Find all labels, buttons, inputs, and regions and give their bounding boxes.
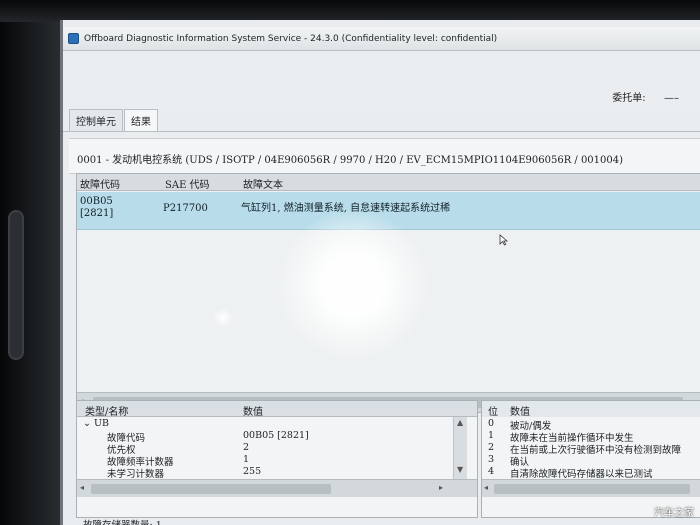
order-field: 委托单: —– xyxy=(612,89,679,104)
fault-detail-panel: 类型/名称 数值 ⌄ UB 故障代码 00B05 [2821] 优先权 2 故障… xyxy=(76,400,478,518)
table-row[interactable]: 00B05 [2821] P217700 气缸列1, 燃油测量系统, 自怠速转速… xyxy=(77,192,700,230)
tab-bar: 控制单元 结果 xyxy=(69,109,159,131)
sae-code: P217700 xyxy=(163,203,208,214)
legend-position: 4 xyxy=(488,466,495,477)
legend-header: 位 数值 xyxy=(482,401,700,418)
legend-horizontal-scrollbar[interactable]: ◂ xyxy=(482,479,700,497)
header-area: 委托单: —– xyxy=(63,51,700,109)
detail-value: 255 xyxy=(243,466,262,477)
collapse-chevron-icon[interactable]: ⌄ xyxy=(83,418,91,429)
mouse-cursor-icon xyxy=(499,234,509,246)
scroll-left-arrow-icon[interactable]: ◂ xyxy=(484,483,488,492)
scroll-left-arrow-icon[interactable]: ◂ xyxy=(80,483,84,492)
column-header-type-name[interactable]: 类型/名称 xyxy=(85,403,128,418)
window-title: Offboard Diagnostic Information System S… xyxy=(84,33,498,44)
fault-table: 故障代码 SAE 代码 故障文本 00B05 [2821] P217700 气缸… xyxy=(76,173,700,413)
bezel-hinge xyxy=(8,210,24,360)
group-label: UB xyxy=(94,418,109,429)
detail-vertical-scrollbar[interactable]: ▲ ▼ xyxy=(453,417,467,479)
ecu-info-panel: 0001 - 发动机电控系统 (UDS / ISOTP / 04E906056R… xyxy=(69,138,700,174)
fault-code-decimal: [2821] xyxy=(80,208,114,219)
app-icon xyxy=(68,33,79,44)
status-bit-legend-panel: 位 数值 0 被动/偶发 1 故障未在当前操作循环中发生 2 在当前或上次行驶循… xyxy=(481,400,700,518)
legend-position: 0 xyxy=(488,418,495,429)
detail-header: 类型/名称 数值 xyxy=(77,401,477,418)
fault-code: 00B05 xyxy=(80,196,113,207)
scroll-down-arrow-icon[interactable]: ▼ xyxy=(457,465,463,474)
legend-text: 自清除故障代码存储器以来已测试 xyxy=(510,469,653,480)
tab-control-units[interactable]: 控制单元 xyxy=(69,109,123,131)
ecu-identification: 0001 - 发动机电控系统 (UDS / ISOTP / 04E906056R… xyxy=(77,155,624,166)
column-header-position[interactable]: 位 xyxy=(488,403,498,418)
column-header-fault-code[interactable]: 故障代码 xyxy=(80,176,120,191)
fault-text: 气缸列1, 燃油测量系统, 自怠速转速起系统过稀 xyxy=(241,203,451,214)
detail-value: 1 xyxy=(243,454,250,465)
detail-value: 00B05 [2821] xyxy=(243,430,309,441)
screen: Offboard Diagnostic Information System S… xyxy=(60,20,700,525)
tab-divider xyxy=(63,131,700,132)
scrollbar-thumb[interactable] xyxy=(494,484,690,494)
column-header-value[interactable]: 数值 xyxy=(243,403,263,418)
legend-position: 2 xyxy=(488,442,495,453)
group-row[interactable]: ⌄ UB xyxy=(83,418,109,429)
scroll-right-arrow-icon[interactable]: ▸ xyxy=(439,483,443,492)
detail-name: 未学习计数器 xyxy=(107,469,165,480)
legend-position: 1 xyxy=(488,430,495,441)
scroll-up-arrow-icon[interactable]: ▲ xyxy=(457,418,463,427)
detail-value: 2 xyxy=(243,442,250,453)
watermark: 汽车之家 xyxy=(654,508,694,519)
title-bar: Offboard Diagnostic Information System S… xyxy=(63,27,700,51)
scrollbar-thumb[interactable] xyxy=(91,484,331,494)
fault-memory-count: 故障存储器数量: 1 xyxy=(83,517,162,525)
detail-horizontal-scrollbar[interactable]: ◂ ▸ xyxy=(77,479,477,497)
order-label: 委托单: xyxy=(612,93,646,104)
bezel-top-edge xyxy=(0,0,700,22)
legend-text: 在当前或上次行驶循环中没有检测到故障 xyxy=(510,445,682,456)
column-header-fault-text[interactable]: 故障文本 xyxy=(243,176,283,191)
order-value: —– xyxy=(664,93,679,104)
tab-results[interactable]: 结果 xyxy=(124,109,158,131)
column-header-sae-code[interactable]: SAE 代码 xyxy=(165,176,210,191)
legend-position: 3 xyxy=(488,454,495,465)
fault-table-header: 故障代码 SAE 代码 故障文本 xyxy=(77,174,700,191)
column-header-value[interactable]: 数值 xyxy=(510,403,530,418)
